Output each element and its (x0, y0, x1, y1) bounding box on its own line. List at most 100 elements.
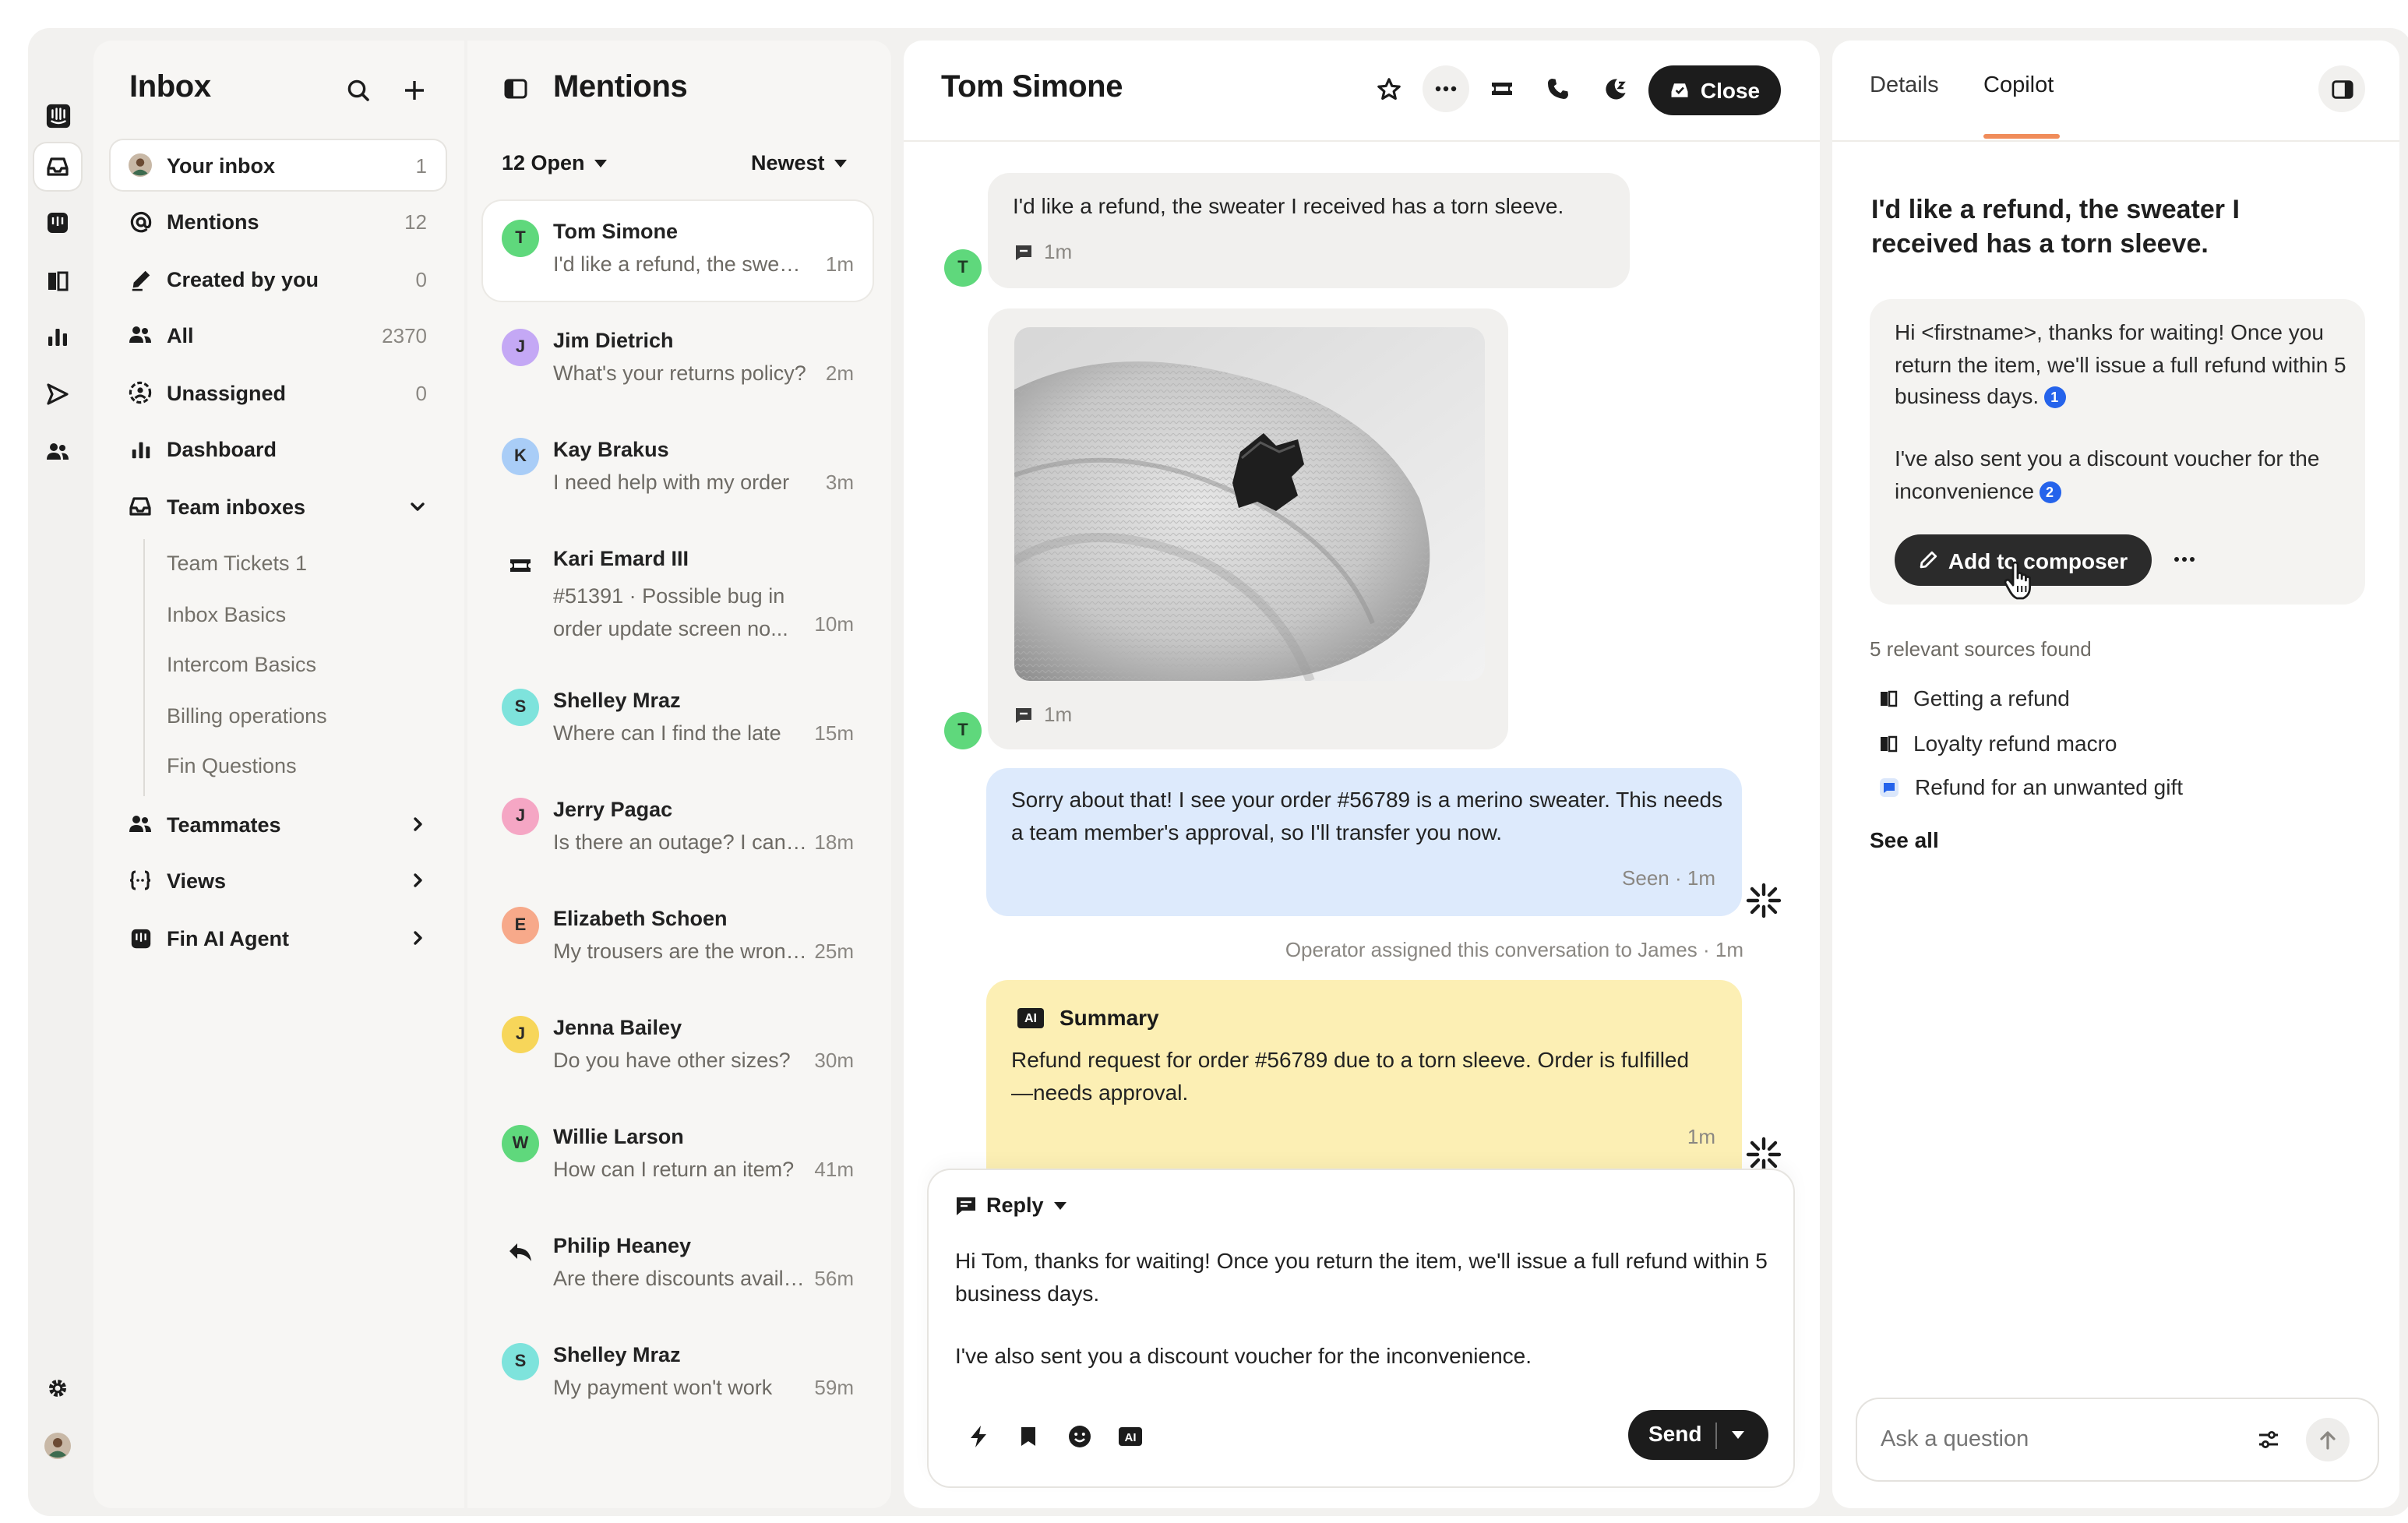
customer-avatar: T (944, 249, 982, 287)
chevron-right-icon[interactable] (408, 929, 427, 947)
composer-text-line2[interactable]: I've also sent you a discount voucher fo… (955, 1340, 1773, 1373)
emoji-icon[interactable] (1067, 1424, 1092, 1449)
chevron-right-icon[interactable] (408, 815, 427, 834)
panel-toggle-icon[interactable] (2318, 65, 2365, 112)
tab-details[interactable]: Details (1870, 73, 1939, 98)
conversation-list-item[interactable]: S Shelley Mraz My payment won't work 59m (483, 1324, 873, 1424)
sidebar-item-all[interactable]: All 2370 (111, 310, 446, 360)
unassigned-person-icon (128, 380, 153, 405)
reports-chart-icon[interactable] (34, 313, 81, 360)
inbox-icon[interactable] (34, 143, 81, 190)
team-inbox-item[interactable]: Fin Questions (167, 754, 297, 777)
source-item[interactable]: Getting a refund (1879, 686, 2070, 710)
sidebar-item-unassigned[interactable]: Unassigned 0 (111, 368, 446, 418)
phone-icon[interactable] (1535, 65, 1581, 112)
status-filter-dropdown[interactable]: 12 Open (502, 151, 608, 175)
add-to-composer-label: Add to composer (1948, 548, 2128, 573)
answer-paragraph: I've also sent you a discount voucher fo… (1895, 442, 2354, 506)
bot-message: Sorry about that! I see your order #5678… (986, 768, 1742, 916)
contacts-people-icon[interactable] (34, 428, 81, 475)
team-inbox-item[interactable]: Billing operations (167, 704, 327, 728)
sort-dropdown[interactable]: Newest (751, 151, 848, 175)
send-options-caret-icon[interactable] (1731, 1430, 1745, 1440)
torn-sweater-image[interactable] (1014, 327, 1485, 681)
conversation-list-item[interactable]: Kari Emard III #51391 · Possible bug in o… (483, 528, 873, 640)
conversation-preview: Do you have other sizes? (553, 1049, 791, 1072)
summary-title: Summary (1059, 1005, 1159, 1030)
sidebar-item-views[interactable]: Views (111, 855, 446, 905)
team-inbox-item[interactable]: Inbox Basics (167, 603, 286, 626)
team-inbox-item[interactable]: Intercom Basics (167, 653, 316, 676)
search-icon[interactable] (337, 69, 380, 112)
send-divider (1715, 1423, 1717, 1449)
customer-message: I'd like a refund, the sweater I receive… (988, 173, 1630, 288)
sidebar-toggle-icon[interactable] (503, 76, 528, 101)
conversation-list-item[interactable]: S Shelley Mraz Where can I find the late 15… (483, 670, 873, 770)
source-reference-1[interactable]: 1 (2043, 386, 2066, 409)
new-conversation-plus-icon[interactable] (393, 69, 436, 112)
filter-sliders-icon[interactable] (2256, 1427, 2281, 1452)
user-avatar[interactable] (34, 1423, 81, 1469)
sidebar-item-teammates[interactable]: Teammates (111, 799, 446, 849)
intercom-logo-icon[interactable] (34, 92, 81, 139)
contact-avatar: J (502, 329, 539, 366)
source-reference-2[interactable]: 2 (2039, 481, 2061, 503)
summary-time: 1m (1687, 1125, 1715, 1148)
close-conversation-button[interactable]: Close (1648, 65, 1781, 115)
conversation-list-item[interactable]: J Jim Dietrich What's your returns policy?… (483, 310, 873, 410)
outbound-send-icon[interactable] (34, 371, 81, 418)
send-button[interactable]: Send (1628, 1410, 1768, 1460)
see-all-link[interactable]: See all (1870, 827, 1939, 852)
sidebar-item-mentions[interactable]: Mentions 12 (111, 196, 446, 246)
contact-name: Shelley Mraz (553, 689, 681, 712)
icon-rail (28, 28, 87, 1516)
sidebar-item-team-inboxes[interactable]: Team inboxes (111, 481, 446, 531)
conversation-preview: How can I return an item? (553, 1158, 795, 1181)
conversation-time: 15m (814, 721, 854, 745)
more-options-icon[interactable] (1423, 65, 1469, 112)
conversation-list-item[interactable]: J Jenna Bailey Do you have other sizes? 30m (483, 997, 873, 1097)
avatar-initial: T (957, 721, 968, 740)
sidebar-item-your-inbox[interactable]: Your inbox 1 (111, 140, 446, 190)
source-item[interactable]: Refund for an unwanted gift (1879, 774, 2183, 799)
contact-name: Jenna Bailey (553, 1016, 682, 1039)
reply-chat-icon (957, 1197, 975, 1215)
sidebar-item-label: Views (167, 869, 227, 892)
conversation-list-item[interactable]: W Willie Larson How can I return an item? 4… (483, 1106, 873, 1206)
bookmark-icon[interactable] (1019, 1426, 1038, 1447)
sidebar-item-dashboard[interactable]: Dashboard (111, 424, 446, 474)
reply-mode-dropdown[interactable]: Reply (955, 1193, 1067, 1217)
avatar-initial: W (512, 1134, 529, 1153)
sidebar-title: Inbox (129, 70, 211, 104)
ai-compose-icon[interactable]: AI (1119, 1427, 1142, 1446)
knowledge-book-icon[interactable] (34, 257, 81, 304)
team-inbox-item[interactable]: Team Tickets 1 (167, 552, 307, 575)
sidebar-item-created-by-you[interactable]: Created by you 0 (111, 254, 446, 304)
lightning-macro-icon[interactable] (968, 1424, 989, 1449)
submit-arrow-up-icon[interactable] (2306, 1418, 2350, 1461)
more-options-icon[interactable] (2174, 556, 2195, 562)
settings-gear-icon[interactable] (34, 1365, 81, 1412)
article-book-icon (1881, 735, 1898, 753)
conversation-title: Tom Simone (941, 70, 1123, 104)
sidebar-item-fin-ai-agent[interactable]: Fin AI Agent (111, 913, 446, 963)
tab-copilot[interactable]: Copilot (1983, 73, 2054, 98)
conversation-list-item[interactable]: Philip Heaney Are there discounts availab… (483, 1215, 873, 1315)
status-filter-label: 12 Open (502, 151, 585, 175)
conversation-list-item[interactable]: E Elizabeth Schoen My trousers are the wro… (483, 888, 873, 988)
reply-composer[interactable]: Reply Hi Tom, thanks for waiting! Once y… (929, 1170, 1793, 1486)
fin-icon[interactable] (34, 199, 81, 246)
star-icon[interactable] (1365, 65, 1412, 112)
conversation-list-item[interactable]: K Kay Brakus I need help with my order 3m (483, 419, 873, 519)
conversation-list-item[interactable]: T Tom Simone I'd like a refund, the sweate… (483, 201, 873, 301)
ask-question-box (1857, 1399, 2378, 1480)
answer-text-1: Hi <firstname>, thanks for waiting! Once… (1895, 319, 2346, 408)
ask-question-input[interactable] (1881, 1423, 2239, 1457)
conversation-list-item[interactable]: J Jerry Pagac Is there an outage? I can't … (483, 779, 873, 879)
source-item[interactable]: Loyalty refund macro (1879, 731, 2117, 756)
ticket-icon[interactable] (1479, 65, 1525, 112)
chevron-down-icon[interactable] (408, 497, 427, 516)
composer-text-line1[interactable]: Hi Tom, thanks for waiting! Once you ret… (955, 1245, 1773, 1310)
chevron-right-icon[interactable] (408, 871, 427, 890)
snooze-moon-icon[interactable] (1592, 65, 1639, 112)
